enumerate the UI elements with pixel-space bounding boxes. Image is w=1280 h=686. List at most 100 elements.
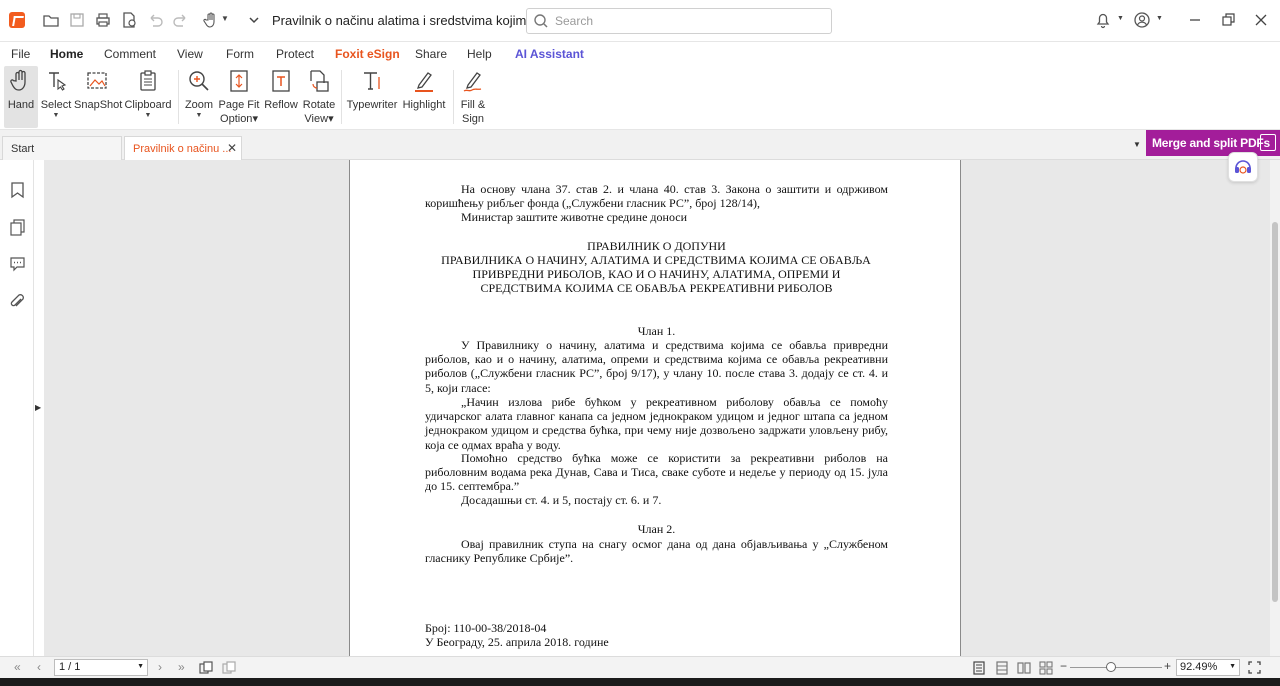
continuous-facing-view-icon[interactable] <box>1039 661 1053 675</box>
zoom-icon <box>189 71 209 91</box>
reflow-button[interactable]: Reflow <box>262 66 300 128</box>
merge-split-label: Merge and split PDFs <box>1152 136 1271 150</box>
zoom-in-icon[interactable]: + <box>1164 659 1171 673</box>
navigation-panel <box>0 160 34 656</box>
zoom-dropdown-icon[interactable]: ▼ <box>1229 663 1236 670</box>
page-number-field[interactable]: 1 / 1 ▼ <box>54 659 148 676</box>
snapshot-icon <box>87 72 107 89</box>
next-page-icon[interactable]: › <box>158 660 162 674</box>
highlight-button[interactable]: Highlight <box>400 66 448 128</box>
previous-page-icon[interactable]: ‹ <box>37 660 41 674</box>
taskbar-edge <box>0 678 1280 686</box>
reflow-label: Reflow <box>264 99 298 111</box>
menu-share[interactable]: Share <box>415 47 447 61</box>
menu-view[interactable]: View <box>177 47 203 61</box>
document-tab-bar: Start Pravilnik o načinu ... ✕ ▼ Merge a… <box>0 130 1280 160</box>
clipboard-dropdown-icon[interactable]: ▼ <box>124 112 172 120</box>
search-icon <box>534 14 548 28</box>
zoom-slider[interactable] <box>1070 662 1162 672</box>
rotate-label: Rotate <box>302 99 336 111</box>
page-fit-option-button[interactable]: Page Fit Option▾ <box>218 66 260 128</box>
menu-comment[interactable]: Comment <box>104 47 156 61</box>
select-tool-button[interactable]: Select ▼ <box>40 66 72 128</box>
zoom-percentage-field[interactable]: 92.49% ▼ <box>1176 659 1240 676</box>
clipboard-button[interactable]: Clipboard ▼ <box>124 66 172 128</box>
close-window-icon[interactable] <box>1252 11 1270 29</box>
hand-tool-button[interactable]: Hand <box>4 66 38 128</box>
zoom-button[interactable]: Zoom ▼ <box>182 66 216 128</box>
facing-view-icon[interactable] <box>1017 661 1031 675</box>
document-viewport[interactable]: На основу члана 37. став 2. и члана 40. … <box>44 160 1270 656</box>
continuous-view-icon[interactable] <box>995 661 1009 675</box>
document-menu-chevron-icon[interactable] <box>248 14 260 26</box>
zoom-out-icon[interactable]: − <box>1060 659 1067 673</box>
menu-help[interactable]: Help <box>467 47 492 61</box>
redo-icon[interactable] <box>172 11 190 29</box>
hand-icon <box>10 69 26 91</box>
attachment-icon[interactable] <box>9 293 26 311</box>
rotate-view-icon <box>310 70 329 92</box>
zoom-percentage-value: 92.49% <box>1180 661 1218 673</box>
single-page-view-icon[interactable] <box>972 661 986 675</box>
search-box[interactable] <box>526 8 832 34</box>
notification-bell-icon[interactable] <box>1094 11 1112 29</box>
minister-line: Министар заштите животне средине доноси <box>461 210 687 224</box>
properties-icon[interactable] <box>120 11 138 29</box>
zoom-dropdown-icon[interactable]: ▼ <box>182 112 216 120</box>
hand-label: Hand <box>7 99 35 111</box>
ribbon-toolbar: Hand Select ▼ SnapShot Clipboard ▼ Zoom … <box>0 64 1280 130</box>
page-number-value: 1 / 1 <box>59 661 81 673</box>
ribbon-separator <box>341 70 342 124</box>
account-icon[interactable] <box>1133 11 1151 29</box>
menu-protect[interactable]: Protect <box>276 47 314 61</box>
save-icon[interactable] <box>68 11 86 29</box>
full-screen-icon[interactable] <box>1248 661 1261 674</box>
next-view-icon[interactable] <box>222 661 236 675</box>
ribbon-separator <box>453 70 454 124</box>
expand-panel-arrow-icon[interactable]: ▶ <box>35 403 41 412</box>
menu-form[interactable]: Form <box>226 47 254 61</box>
undo-icon[interactable] <box>146 11 164 29</box>
rotate-view-button[interactable]: Rotate View▾ <box>302 66 336 128</box>
select-dropdown-icon[interactable]: ▼ <box>40 112 72 120</box>
ai-assistant-float-button[interactable] <box>1228 152 1258 182</box>
menu-file[interactable]: File <box>11 47 30 61</box>
pdf-page: На основу члана 37. став 2. и члана 40. … <box>349 160 961 656</box>
title-bar: ▼ Pravilnik o načinu alatima i sredstvim… <box>0 0 1280 42</box>
bookmark-icon[interactable] <box>9 181 26 199</box>
hand-tool-dropdown-icon[interactable]: ▼ <box>221 14 229 23</box>
hand-tool-quick-icon[interactable] <box>202 11 220 29</box>
fill-sign-button[interactable]: Fill & Sign <box>456 66 490 128</box>
zoom-slider-knob[interactable] <box>1106 662 1117 672</box>
print-icon[interactable] <box>94 11 112 29</box>
first-page-icon[interactable]: « <box>14 660 21 674</box>
tab-start[interactable]: Start <box>2 136 122 160</box>
typewriter-icon <box>364 72 380 90</box>
comments-icon[interactable] <box>9 255 26 273</box>
minimize-icon[interactable] <box>1186 11 1204 29</box>
notification-dropdown-icon[interactable]: ▼ <box>1117 15 1124 22</box>
foxit-logo-icon[interactable] <box>9 12 25 28</box>
menu-home[interactable]: Home <box>47 47 86 66</box>
snapshot-label: SnapShot <box>74 99 123 111</box>
tab-document[interactable]: Pravilnik o načinu ... ✕ <box>124 136 242 160</box>
article-1-paragraph-2: „Начин излова рибе бућком у рекреативном… <box>425 395 888 452</box>
tabs-list-dropdown-icon[interactable]: ▼ <box>1133 140 1141 149</box>
scrollbar-thumb[interactable] <box>1272 222 1278 602</box>
merge-split-promo-button[interactable]: Merge and split PDFs <box>1146 130 1280 156</box>
menu-ai-assistant[interactable]: AI Assistant <box>515 47 584 61</box>
account-dropdown-icon[interactable]: ▼ <box>1156 15 1163 22</box>
last-page-icon[interactable]: » <box>178 660 185 674</box>
article-1-heading: Члан 1. <box>637 324 676 338</box>
pages-thumbnail-icon[interactable] <box>9 218 26 236</box>
menu-foxit-esign[interactable]: Foxit eSign <box>335 47 400 61</box>
restore-icon[interactable] <box>1219 11 1237 29</box>
typewriter-button[interactable]: Typewriter <box>346 66 398 128</box>
vertical-scrollbar[interactable] <box>1270 160 1280 656</box>
page-dropdown-icon[interactable]: ▼ <box>137 663 144 670</box>
search-input[interactable] <box>555 12 825 30</box>
open-folder-icon[interactable] <box>42 11 60 29</box>
previous-view-icon[interactable] <box>199 661 213 675</box>
snapshot-button[interactable]: SnapShot <box>74 66 123 128</box>
close-tab-icon[interactable]: ✕ <box>227 141 237 155</box>
